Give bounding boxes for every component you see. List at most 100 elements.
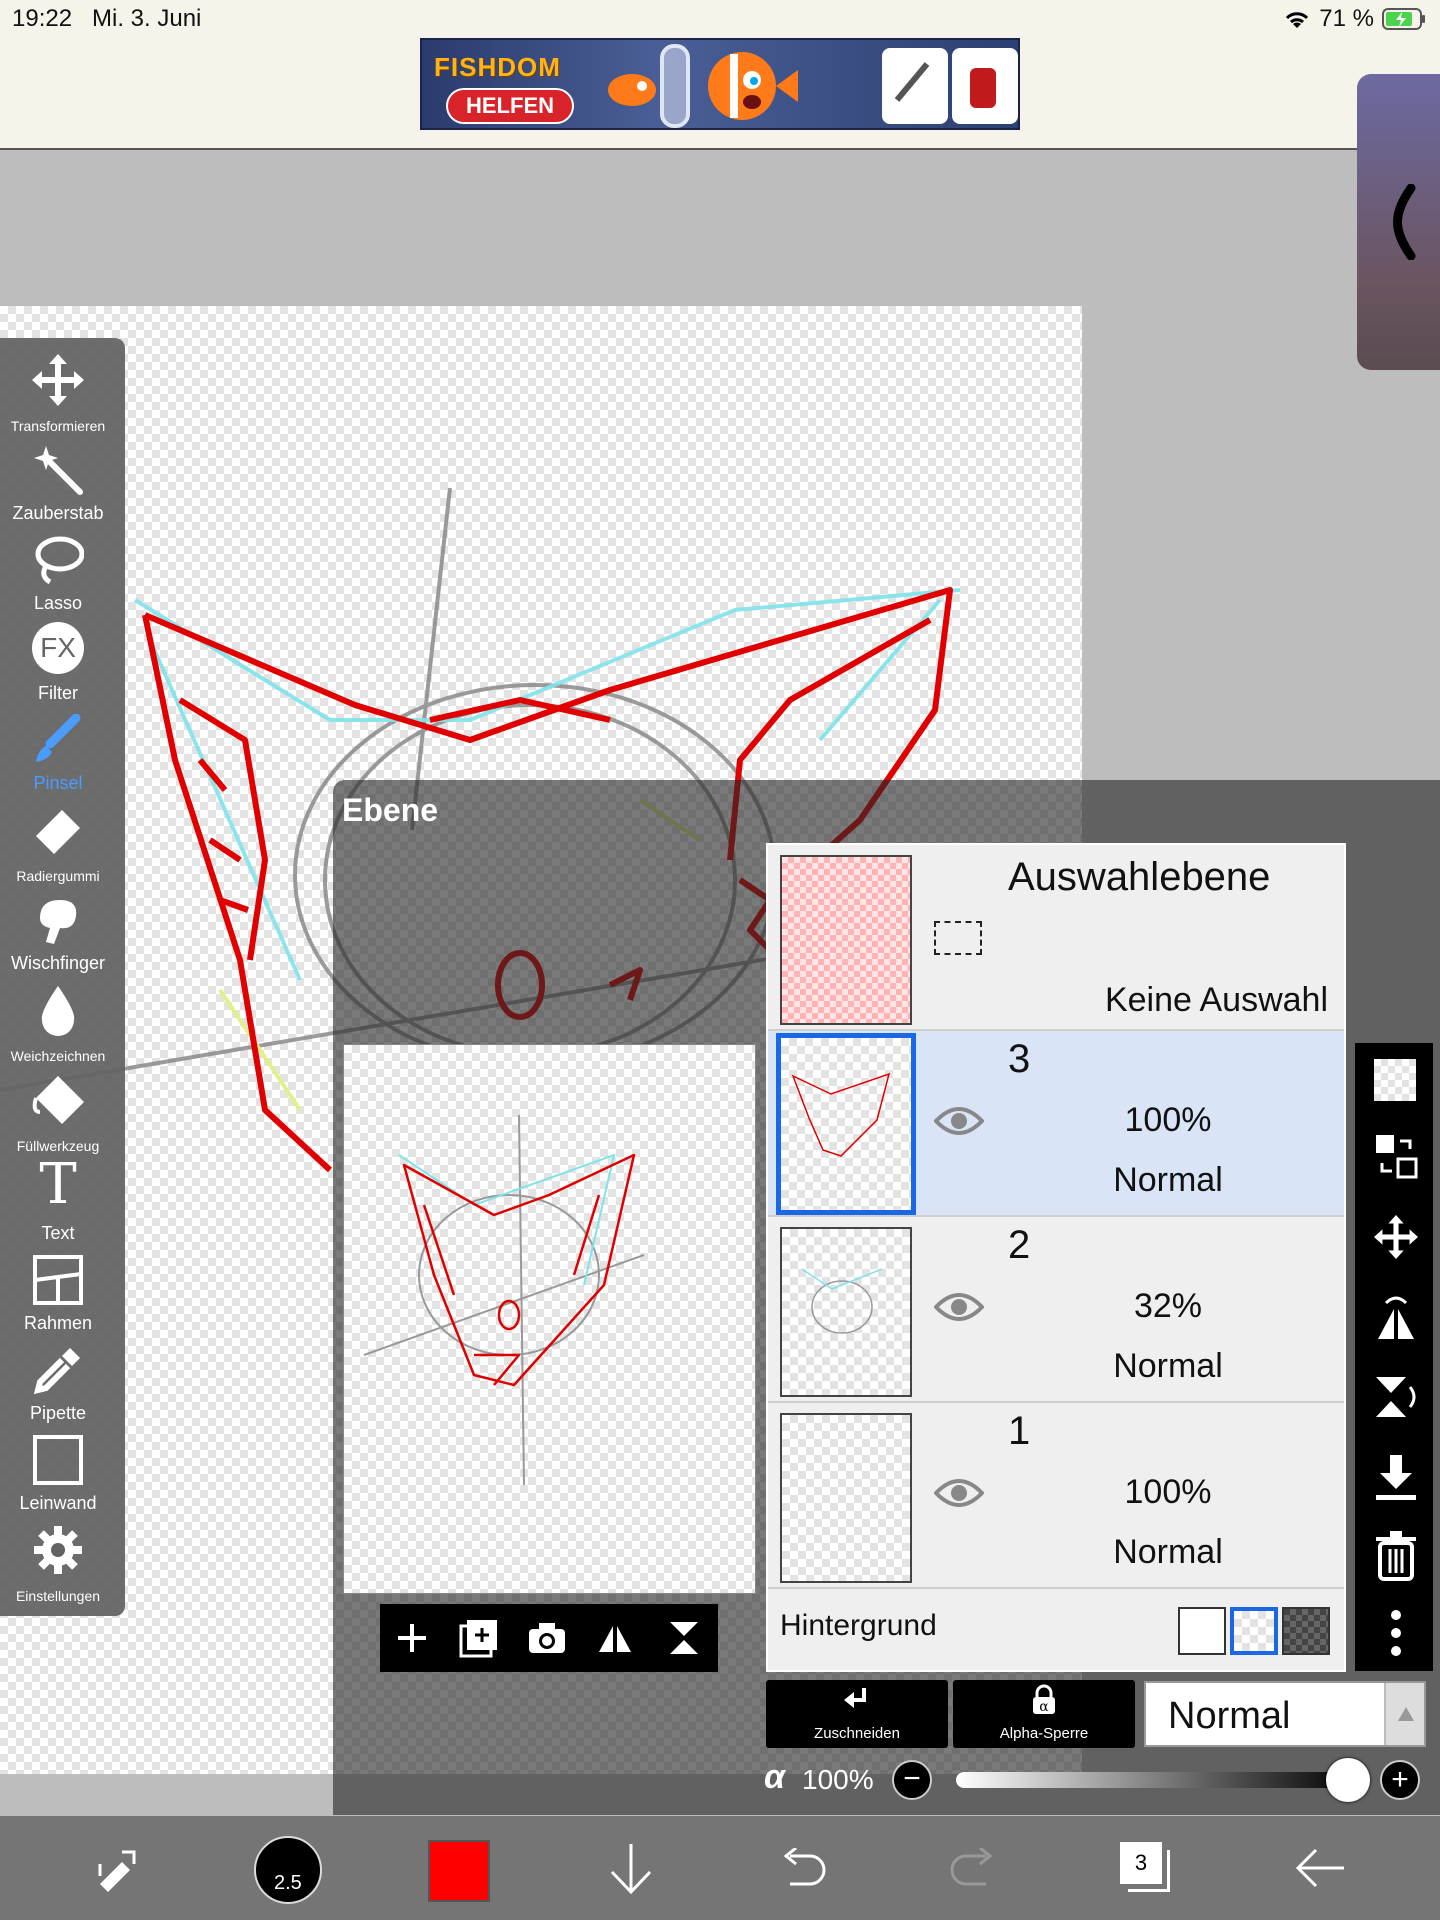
flip-vertical-icon[interactable] — [664, 1618, 704, 1658]
opacity-slider-track[interactable] — [956, 1772, 1356, 1788]
layer-thumbnail — [780, 1227, 912, 1397]
trash-icon[interactable] — [1374, 1531, 1418, 1581]
swap-tool-icon[interactable] — [92, 1846, 142, 1894]
tool-lasso[interactable]: Lasso — [0, 526, 125, 616]
tool-label: Zauberstab — [12, 503, 104, 523]
layer-blend-mode: Normal — [1113, 1347, 1223, 1385]
flip-horizontal-icon[interactable] — [595, 1618, 635, 1658]
back-arrow-icon[interactable] — [1292, 1846, 1348, 1890]
redo-icon[interactable] — [948, 1848, 1000, 1888]
battery-icon — [1382, 8, 1425, 30]
eyedropper-icon — [33, 1348, 80, 1395]
layer-number: 1 — [1008, 1409, 1031, 1453]
ad-helfen-button: HELFEN — [446, 88, 574, 124]
preview-toolbar — [380, 1604, 718, 1672]
preview-sketch — [363, 1114, 645, 1486]
transparency-checker-icon[interactable] — [1374, 1059, 1416, 1101]
layer-row-3[interactable]: 3 100% Normal — [768, 1031, 1344, 1217]
opacity-slider-knob[interactable] — [1326, 1758, 1370, 1802]
flip-vertical-rotate-icon[interactable] — [1374, 1373, 1418, 1421]
camera-icon[interactable] — [527, 1621, 567, 1655]
layer-thumbnail — [776, 1033, 916, 1215]
selection-marquee-icon — [934, 921, 982, 955]
flip-horizontal-rotate-icon[interactable] — [1374, 1293, 1418, 1343]
brush-size-button[interactable]: 2.5 — [254, 1836, 322, 1904]
color-swatch-button[interactable] — [428, 1840, 490, 1902]
tool-label: Transformieren — [10, 418, 106, 434]
tool-transform[interactable]: Transformieren — [0, 346, 125, 436]
frame-icon — [33, 1255, 83, 1305]
tool-label: Lasso — [33, 593, 83, 613]
fx-icon: FX — [32, 622, 84, 674]
tool-eraser[interactable]: Radiergummi — [0, 796, 125, 886]
chevron-left-icon — [1393, 184, 1416, 260]
alpha-lock-button[interactable]: α Alpha-Sperre — [953, 1680, 1135, 1748]
layer-number: 2 — [1008, 1223, 1031, 1267]
tool-settings[interactable]: Einstellungen — [0, 1516, 125, 1606]
eraser-icon — [36, 810, 80, 854]
add-layer-icon[interactable] — [394, 1620, 430, 1656]
canvas-icon — [33, 1435, 83, 1485]
layer-blend-mode: Normal — [1113, 1161, 1223, 1199]
blend-mode-dropdown-arrow[interactable] — [1384, 1683, 1424, 1745]
eye-visibility-icon[interactable] — [934, 1287, 984, 1327]
layer-blend-mode: Normal — [1113, 1533, 1223, 1571]
tool-canvas[interactable]: Leinwand — [0, 1426, 125, 1516]
status-indicators: 71 % — [1283, 5, 1426, 33]
side-panel-tab[interactable] — [1357, 74, 1440, 370]
ad-artwork — [608, 44, 1018, 128]
bottom-toolbar: 2.5 3 — [0, 1816, 1440, 1920]
ad-banner[interactable]: FISHDOM HELFEN — [420, 38, 1020, 130]
layer-count: 3 — [1120, 1842, 1162, 1884]
move-arrows-icon[interactable] — [1374, 1215, 1418, 1259]
tool-fill[interactable]: Füllwerkzeug — [0, 1066, 125, 1156]
layer-transfer-icon[interactable] — [1374, 1133, 1418, 1179]
arrow-down-icon[interactable] — [606, 1840, 656, 1896]
clip-button[interactable]: Zuschneiden — [766, 1680, 948, 1748]
clip-label: Zuschneiden — [814, 1725, 900, 1742]
opacity-increase-button[interactable]: + — [1380, 1760, 1420, 1800]
clip-arrow-icon — [844, 1688, 866, 1708]
selection-layer-name: Auswahlebene — [1008, 855, 1271, 899]
eye-visibility-icon[interactable] — [934, 1101, 984, 1141]
background-row: Hintergrund — [768, 1589, 1344, 1669]
background-dark-swatch[interactable] — [1282, 1607, 1330, 1655]
tool-text[interactable]: T Text — [0, 1156, 125, 1246]
undo-icon[interactable] — [776, 1848, 828, 1888]
tool-label: Einstellungen — [15, 1588, 101, 1604]
brush-size-value: 2.5 — [274, 1872, 302, 1894]
tool-blur[interactable]: Weichzeichnen — [0, 976, 125, 1066]
eye-visibility-icon[interactable] — [934, 1473, 984, 1513]
layer-opacity: 100% — [1124, 1473, 1212, 1511]
tool-magic-wand[interactable]: Zauberstab — [0, 436, 125, 526]
selection-layer-row[interactable]: Auswahlebene Keine Auswahl — [768, 845, 1344, 1031]
selection-layer-thumbnail — [780, 855, 912, 1025]
opacity-decrease-button[interactable]: − — [892, 1760, 932, 1800]
tool-label: Pinsel — [33, 773, 83, 793]
layer-dialog-title: Ebene — [342, 792, 439, 828]
move-arrows-icon — [32, 354, 84, 406]
layer-number: 3 — [1008, 1037, 1031, 1081]
tool-smudge[interactable]: Wischfinger — [0, 886, 125, 976]
background-transparent-swatch[interactable] — [1230, 1607, 1278, 1655]
blur-drop-icon — [41, 986, 75, 1036]
tool-frame[interactable]: Rahmen — [0, 1246, 125, 1336]
top-bar: 19:22 Mi. 3. Juni 71 % FISHDOM HELFEN — [0, 0, 1440, 150]
tool-brush[interactable]: Pinsel — [0, 706, 125, 796]
layers-button[interactable]: 3 — [1120, 1842, 1172, 1898]
tool-eyedropper[interactable]: Pipette — [0, 1336, 125, 1426]
merge-down-icon[interactable] — [1374, 1453, 1418, 1503]
layer-3-thumbnail-sketch — [791, 1072, 891, 1157]
tool-label: Rahmen — [23, 1313, 93, 1333]
duplicate-layer-icon[interactable] — [459, 1618, 499, 1658]
opacity-row: α 100% − + — [764, 1756, 1434, 1806]
layer-row-1[interactable]: 1 100% Normal — [768, 1403, 1344, 1589]
alpha-value: 100% — [802, 1764, 874, 1795]
tool-label: Wischfinger — [10, 953, 106, 973]
more-options-icon[interactable] — [1374, 1609, 1418, 1659]
layer-row-2[interactable]: 2 32% Normal — [768, 1217, 1344, 1403]
blend-mode-select[interactable]: Normal — [1144, 1681, 1426, 1747]
background-white-swatch[interactable] — [1178, 1607, 1226, 1655]
status-time: 19:22 — [12, 5, 73, 32]
tool-filter[interactable]: FX Filter — [0, 616, 125, 706]
